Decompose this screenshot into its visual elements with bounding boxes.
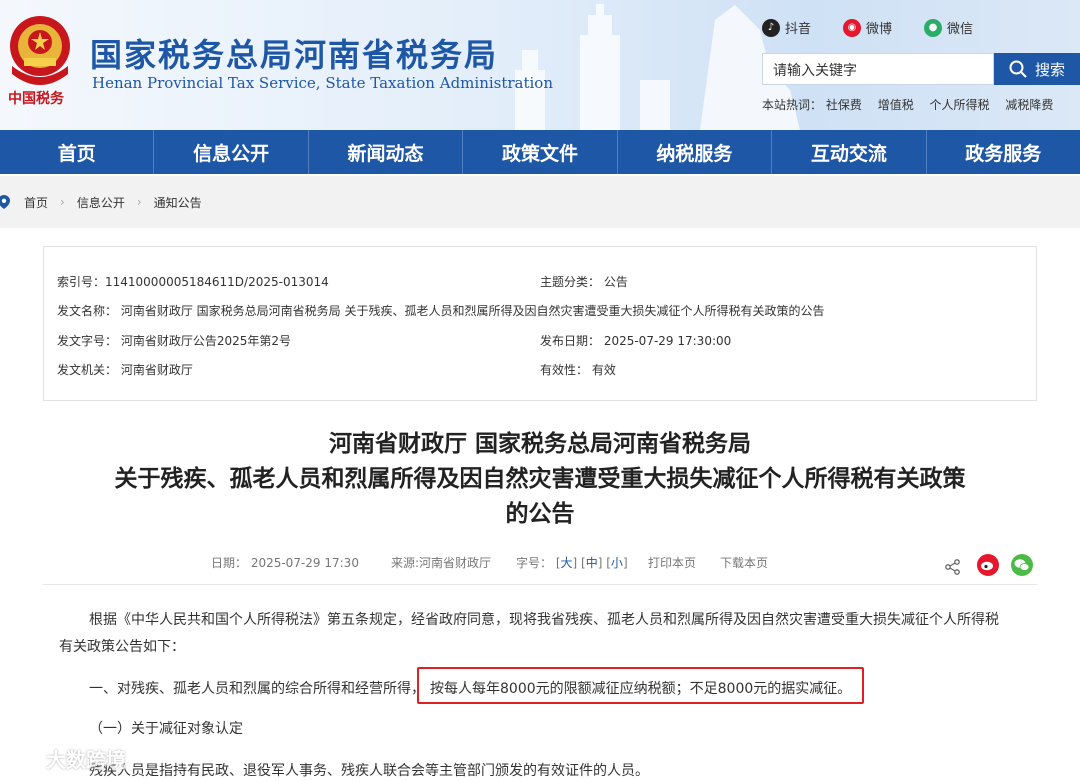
- social-wechat[interactable]: ● 微信: [924, 18, 973, 37]
- weibo-icon: ◉: [843, 18, 861, 37]
- chevron-right-icon: ›: [60, 195, 65, 209]
- site-header: 中国税务 国家税务总局河南省税务局 Henan Provincial Tax S…: [0, 0, 1080, 130]
- location-pin-icon: [0, 195, 10, 209]
- social-label: 抖音: [785, 22, 812, 37]
- hot-word-link[interactable]: 社保费: [826, 98, 862, 112]
- document-info-box: 索引号：11410000005184611D/2025-013014 主题分类：…: [43, 246, 1037, 401]
- breadcrumb-info[interactable]: 信息公开: [77, 194, 125, 211]
- paragraph-1-line-1: 根据《中华人民共和国个人所得税法》第五条规定，经省政府同意，现将我省残疾、孤老人…: [89, 612, 999, 628]
- nav-interaction[interactable]: 互动交流: [772, 130, 927, 174]
- meta-divider: [43, 584, 1037, 585]
- hot-words: 本站热词： 社保费 增值税 个人所得税 减税降费: [762, 96, 1065, 113]
- nav-news[interactable]: 新闻动态: [309, 130, 464, 174]
- font-size-small[interactable]: 小: [611, 556, 623, 570]
- hot-word-link[interactable]: 增值税: [878, 98, 914, 112]
- nav-info-disclosure[interactable]: 信息公开: [154, 130, 309, 174]
- search-input[interactable]: 请输入关键字: [762, 53, 994, 85]
- font-size-large[interactable]: 大: [561, 556, 573, 570]
- paragraph-2-prefix: 一、对残疾、孤老人员和烈属的综合所得和经营所得，: [89, 681, 425, 697]
- site-subtitle: Henan Provincial Tax Service, State Taxa…: [92, 74, 554, 92]
- article-source: 来源:河南省财政厅: [391, 556, 492, 570]
- hot-word-link[interactable]: 个人所得税: [930, 98, 990, 112]
- nav-policy[interactable]: 政策文件: [463, 130, 618, 174]
- social-label: 微博: [866, 22, 893, 37]
- watermark-logo-icon: [6, 749, 42, 768]
- emblem-text: 中国税务: [8, 91, 64, 107]
- nav-tax-service[interactable]: 纳税服务: [618, 130, 773, 174]
- social-weibo[interactable]: ◉ 微博: [843, 18, 892, 37]
- topic-category: 主题分类： 公告: [540, 275, 628, 289]
- paragraph-1-line-2: 有关政策公告如下：: [59, 639, 185, 655]
- publish-date: 发布日期： 2025-07-29 17:30:00: [540, 334, 732, 348]
- breadcrumb-notice[interactable]: 通知公告: [154, 194, 202, 211]
- paragraph-4: 残疾人员是指持有民政、退役军人事务、残疾人联合会等主管部门颁发的有效证件的人员。: [89, 763, 649, 779]
- index-number: 索引号：11410000005184611D/2025-013014: [57, 275, 329, 289]
- document-number: 发文字号： 河南省财政厅公告2025年第2号: [57, 334, 291, 348]
- document-name: 发文名称： 河南省财政厅 国家税务总局河南省税务局 关于残疾、孤老人员和烈属所得…: [57, 304, 825, 318]
- print-page-link[interactable]: 打印本页: [648, 554, 696, 571]
- article-title-line-2: 关于残疾、孤老人员和烈属所得及因自然灾害遭受重大损失减征个人所得税有关政策: [114, 466, 966, 492]
- article-title-line-3: 的公告: [505, 501, 575, 527]
- font-size-medium[interactable]: 中: [586, 556, 598, 570]
- site-title: 国家税务总局河南省税务局: [90, 36, 499, 74]
- city-skyline-decoration: [515, 4, 800, 130]
- search-button[interactable]: 搜索: [994, 53, 1080, 85]
- share-icon[interactable]: [944, 558, 962, 576]
- main-nav: 首页 信息公开 新闻动态 政策文件 纳税服务 互动交流 政务服务: [0, 130, 1080, 174]
- weibo-share-icon[interactable]: [976, 553, 1000, 577]
- wechat-share-icon[interactable]: [1010, 553, 1034, 577]
- wechat-icon: ●: [924, 18, 942, 37]
- issuing-agency: 发文机关： 河南省财政厅: [57, 363, 193, 377]
- highlight-box: [417, 667, 864, 704]
- font-size-control: 字号： [大] [中] [小]: [516, 556, 628, 570]
- watermark: 大数跨境: [6, 744, 126, 773]
- hot-words-label: 本站热词：: [762, 98, 823, 112]
- watermark-text: 大数跨境: [46, 748, 126, 772]
- search-button-label: 搜索: [1034, 60, 1065, 79]
- nav-gov-service[interactable]: 政务服务: [927, 130, 1080, 174]
- article-date: 日期： 2025-07-29 17:30: [211, 556, 359, 570]
- download-page-link[interactable]: 下载本页: [720, 554, 768, 571]
- breadcrumb: 首页 › 信息公开 › 通知公告: [0, 176, 1080, 228]
- hot-word-link[interactable]: 减税降费: [1005, 98, 1053, 112]
- breadcrumb-home[interactable]: 首页: [24, 194, 48, 211]
- validity: 有效性： 有效: [540, 363, 616, 377]
- article-title-line-1: 河南省财政厅 国家税务总局河南省税务局: [328, 431, 751, 457]
- search-icon: [1009, 60, 1027, 78]
- chevron-right-icon: ›: [136, 195, 142, 209]
- font-size-label: 字号：: [516, 556, 553, 570]
- douyin-icon: ♪: [762, 18, 780, 37]
- nav-home[interactable]: 首页: [0, 130, 155, 174]
- social-label: 微信: [947, 22, 974, 37]
- paragraph-3: （一）关于减征对象认定: [89, 721, 243, 737]
- social-douyin[interactable]: ♪ 抖音: [762, 18, 811, 37]
